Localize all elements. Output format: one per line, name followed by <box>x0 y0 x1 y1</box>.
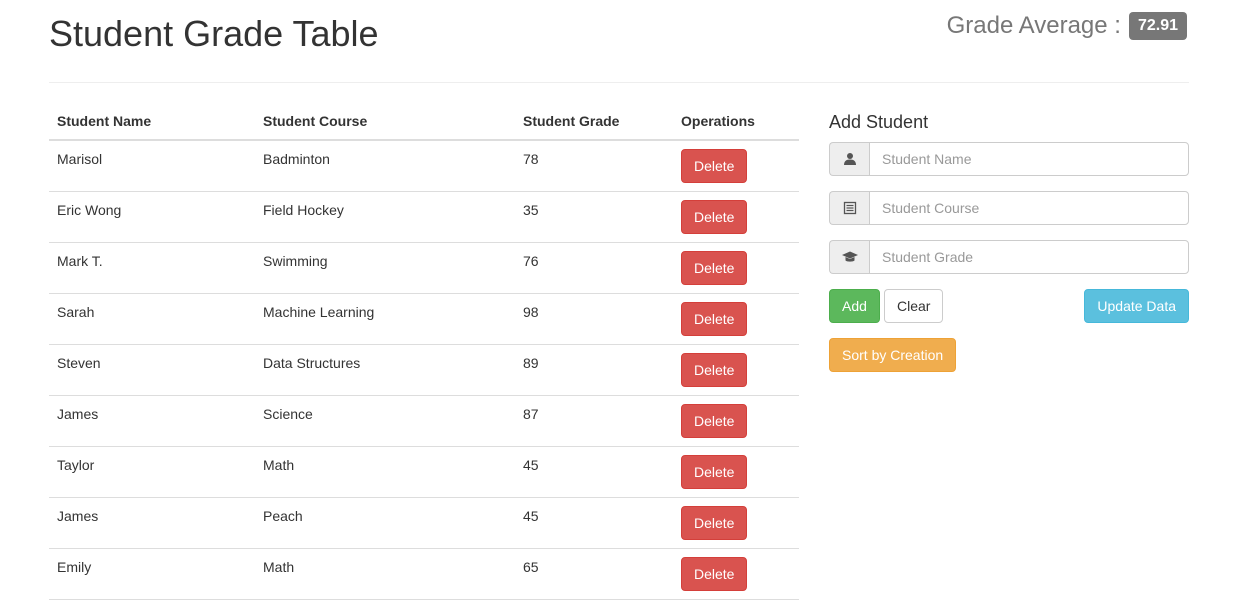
add-student-panel: Add Student Student Name Student Course … <box>829 110 1189 372</box>
table-row: Mark T. Swimming 76 Delete <box>49 242 799 294</box>
student-course-cell: Science <box>255 395 515 447</box>
student-grade-cell: 76 <box>515 242 673 294</box>
student-name-cell: Taylor <box>49 446 255 498</box>
student-name-cell: James <box>49 395 255 447</box>
table-row: Sarah Machine Learning 98 Delete <box>49 293 799 345</box>
student-grade-cell: 98 <box>515 293 673 345</box>
student-grade-cell: 78 <box>515 140 673 192</box>
student-course-cell: Math <box>255 548 515 600</box>
table-row: James Peach 45 Delete <box>49 497 799 549</box>
delete-button[interactable]: Delete <box>681 199 748 234</box>
delete-button[interactable]: Delete <box>681 250 748 285</box>
table-row: Steven Data Structures 89 Delete <box>49 344 799 396</box>
student-name-cell: Emily <box>49 548 255 600</box>
delete-button[interactable]: Delete <box>681 352 748 387</box>
table-row: James Science 87 Delete <box>49 395 799 447</box>
student-grade-cell: 89 <box>515 344 673 396</box>
operations-cell: Delete <box>673 344 799 396</box>
student-grade-cell: 65 <box>515 548 673 600</box>
operations-cell: Delete <box>673 191 799 243</box>
operations-cell: Delete <box>673 293 799 345</box>
user-icon <box>829 142 869 176</box>
student-course-cell: Data Structures <box>255 344 515 396</box>
student-name-cell: Mark T. <box>49 242 255 294</box>
delete-button[interactable]: Delete <box>681 556 748 591</box>
update-data-button[interactable]: Update Data <box>1084 289 1189 323</box>
student-name-cell: Eric Wong <box>49 191 255 243</box>
student-course-group <box>829 191 1189 225</box>
student-course-cell: Machine Learning <box>255 293 515 345</box>
delete-button[interactable]: Delete <box>681 403 748 438</box>
column-header-grade: Student Grade <box>515 104 673 141</box>
page-title: Student Grade Table <box>49 13 379 54</box>
student-course-cell: Field Hockey <box>255 191 515 243</box>
student-name-cell: Marisol <box>49 140 255 192</box>
student-grade-input[interactable] <box>869 240 1189 274</box>
table-row: Marisol Badminton 78 Delete <box>49 140 799 192</box>
student-name-cell: Steven <box>49 344 255 396</box>
operations-cell: Delete <box>673 140 799 192</box>
sort-by-creation-button[interactable]: Sort by Creation <box>829 338 957 372</box>
sort-row: Sort by Creation <box>829 338 1189 372</box>
student-name-cell: James <box>49 497 255 549</box>
student-name-input[interactable] <box>869 142 1189 176</box>
student-name-cell: Sarah <box>49 293 255 345</box>
student-course-cell: Peach <box>255 497 515 549</box>
delete-button[interactable]: Delete <box>681 149 748 183</box>
table-row: Taylor Math 45 Delete <box>49 446 799 498</box>
delete-button[interactable]: Delete <box>681 301 748 336</box>
operations-cell: Delete <box>673 446 799 498</box>
student-course-cell: Badminton <box>255 140 515 192</box>
form-button-row: Add Clear Update Data <box>829 289 1189 323</box>
student-grade-cell: 45 <box>515 446 673 498</box>
column-header-operations: Operations <box>673 104 799 141</box>
table-row: Emily Math 65 Delete <box>49 548 799 600</box>
student-grade-cell: 87 <box>515 395 673 447</box>
table-row: Eric Wong Field Hockey 35 Delete <box>49 191 799 243</box>
student-grade-cell: 35 <box>515 191 673 243</box>
column-header-course: Student Course <box>255 104 515 141</box>
clear-button[interactable]: Clear <box>884 289 944 323</box>
student-table: Student Name Student Course Student Grad… <box>49 104 799 600</box>
grade-average: Grade Average : 72.91 <box>947 12 1187 40</box>
table-header-row: Student Name Student Course Student Grad… <box>49 104 799 141</box>
delete-button[interactable]: Delete <box>681 505 748 540</box>
add-button[interactable]: Add <box>829 289 880 323</box>
grade-average-badge: 72.91 <box>1128 12 1187 40</box>
operations-cell: Delete <box>673 548 799 600</box>
graduation-cap-icon <box>829 240 869 274</box>
student-course-cell: Math <box>255 446 515 498</box>
page: Student Grade Table Grade Average : 72.9… <box>0 0 1243 606</box>
delete-button[interactable]: Delete <box>681 454 748 489</box>
grade-average-label: Grade Average : <box>946 12 1121 39</box>
operations-cell: Delete <box>673 395 799 447</box>
header-divider <box>49 82 1189 83</box>
student-grade-group <box>829 240 1189 274</box>
list-icon <box>829 191 869 225</box>
column-header-name: Student Name <box>49 104 255 141</box>
operations-cell: Delete <box>673 242 799 294</box>
operations-cell: Delete <box>673 497 799 549</box>
student-grade-cell: 45 <box>515 497 673 549</box>
student-name-group <box>829 142 1189 176</box>
student-course-input[interactable] <box>869 191 1189 225</box>
add-student-title: Add Student <box>829 112 929 132</box>
student-course-cell: Swimming <box>255 242 515 294</box>
